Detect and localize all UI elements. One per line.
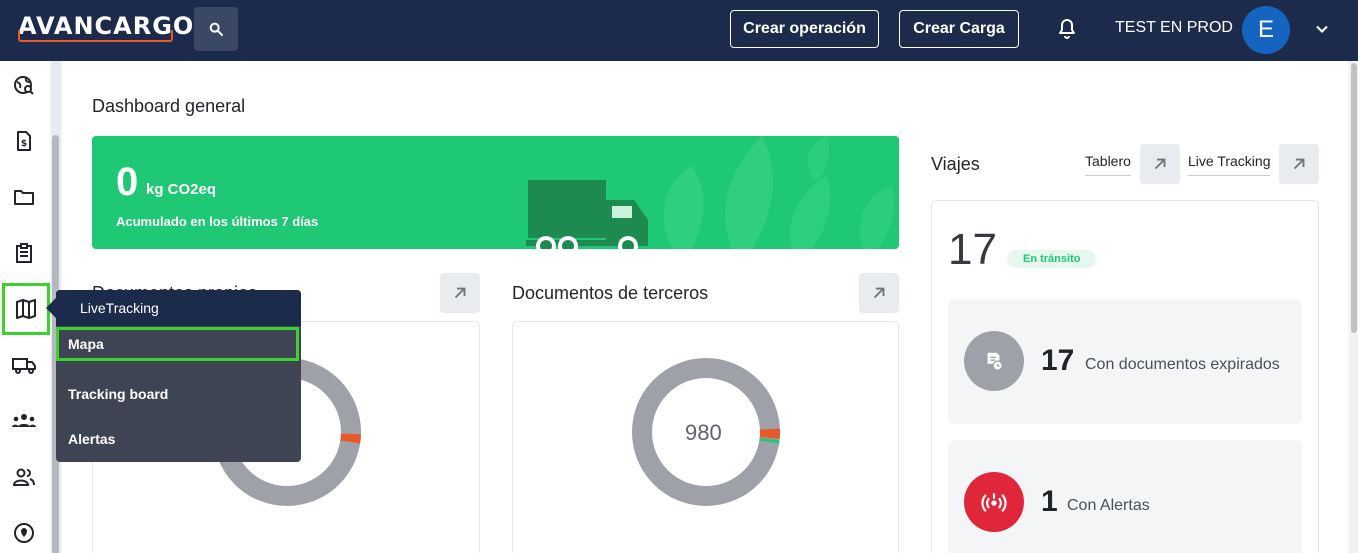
trips-tracking-link[interactable]: Live Tracking: [1188, 153, 1271, 176]
own-docs-open-button[interactable]: [440, 273, 480, 313]
top-navbar: AVANCARGO Crear operación Crear Carga TE…: [0, 0, 1358, 61]
create-load-button[interactable]: Crear Carga: [899, 10, 1019, 48]
map-icon: [16, 299, 36, 319]
sidebar-item-livetracking[interactable]: [2, 283, 50, 335]
sidebar-item-groups[interactable]: [8, 405, 40, 437]
sidebar-item-folder[interactable]: [8, 181, 40, 213]
third-docs-open-button[interactable]: [859, 273, 899, 313]
arrow-up-right-icon: [1293, 158, 1305, 170]
invoice-icon: $: [17, 131, 31, 151]
clipboard-icon: [16, 243, 32, 263]
alerts-circle: [964, 472, 1024, 532]
document-clock-icon: [987, 352, 1003, 371]
sidebar-item-contacts[interactable]: [8, 461, 40, 493]
arrow-up-right-icon: [454, 287, 466, 299]
search-button[interactable]: [194, 7, 238, 51]
folder-icon: [14, 190, 34, 205]
create-operation-label: Crear operación: [743, 20, 866, 37]
main-scrollbar-thumb[interactable]: [1351, 63, 1357, 333]
co2-unit: kg CO2eq: [146, 181, 217, 198]
flyout-pointer: [46, 298, 56, 318]
contacts-icon: [12, 468, 35, 486]
third-docs-card: 980: [512, 321, 899, 553]
sidebar-item-invoices[interactable]: $: [8, 125, 40, 157]
alert-signal-icon: [981, 493, 1007, 512]
expired-docs-circle: [964, 331, 1024, 391]
co2-value: 0: [116, 160, 139, 204]
sidebar-item-fleet[interactable]: [8, 349, 40, 381]
trips-title: Viajes: [931, 154, 980, 174]
alerts-count: 1: [1041, 485, 1058, 518]
page-title: Dashboard general: [92, 96, 246, 116]
user-name[interactable]: TEST EN PROD: [1115, 19, 1233, 37]
alerts-stat[interactable]: 1 Con Alertas: [948, 440, 1302, 553]
in-transit-count: 17: [948, 225, 997, 274]
svg-text:$: $: [21, 139, 27, 149]
expired-docs-stat[interactable]: 17 Con documentos expirados: [948, 299, 1302, 424]
location-icon: [14, 523, 34, 543]
sidebar-item-clipboard[interactable]: [8, 237, 40, 269]
chevron-down-icon[interactable]: [1312, 19, 1332, 39]
livetracking-flyout-menu: LiveTracking Mapa Tracking board Alertas: [56, 290, 301, 462]
globe-search-icon: [14, 76, 34, 95]
truck-icon: [12, 358, 36, 374]
leaves-decoration: [663, 136, 895, 249]
expired-docs-count: 17: [1041, 344, 1075, 377]
expired-docs-label: Con documentos expirados: [1085, 356, 1280, 373]
sidebar-item-globe[interactable]: [8, 69, 40, 101]
logo-underline: [18, 30, 173, 42]
flyout-item-alertas[interactable]: Alertas: [68, 431, 115, 447]
trips-tracking-open-button[interactable]: [1279, 144, 1319, 184]
create-load-label: Crear Carga: [913, 20, 1005, 37]
search-icon: [209, 22, 223, 36]
flyout-item-tracking-board[interactable]: Tracking board: [68, 386, 168, 402]
trips-card: 17 En tránsito 17 Con documentos expirad…: [931, 200, 1319, 553]
trips-board-open-button[interactable]: [1140, 144, 1180, 184]
alerts-label: Con Alertas: [1067, 497, 1150, 514]
bell-icon[interactable]: [1055, 17, 1079, 41]
arrow-up-right-icon: [1154, 158, 1166, 170]
truck-illustration: [526, 180, 648, 249]
third-docs-title: Documentos de terceros: [512, 283, 709, 303]
co2-card: 0 kg CO2eq Acumulado en los últimos 7 dí…: [92, 136, 899, 249]
create-operation-button[interactable]: Crear operación: [730, 10, 879, 48]
avatar[interactable]: E: [1242, 6, 1290, 54]
co2-subtitle: Acumulado en los últimos 7 días: [116, 214, 319, 229]
flyout-header-label: LiveTracking: [80, 300, 159, 316]
arrow-up-right-icon: [873, 287, 885, 299]
sidebar-item-locations[interactable]: [8, 517, 40, 549]
flyout-header: LiveTracking: [56, 290, 301, 326]
groups-icon: [12, 414, 36, 427]
trips-board-link[interactable]: Tablero: [1085, 153, 1131, 176]
in-transit-badge: En tránsito: [1007, 250, 1097, 268]
third-docs-total: 980: [685, 420, 722, 445]
flyout-item-mapa[interactable]: Mapa: [56, 327, 299, 361]
